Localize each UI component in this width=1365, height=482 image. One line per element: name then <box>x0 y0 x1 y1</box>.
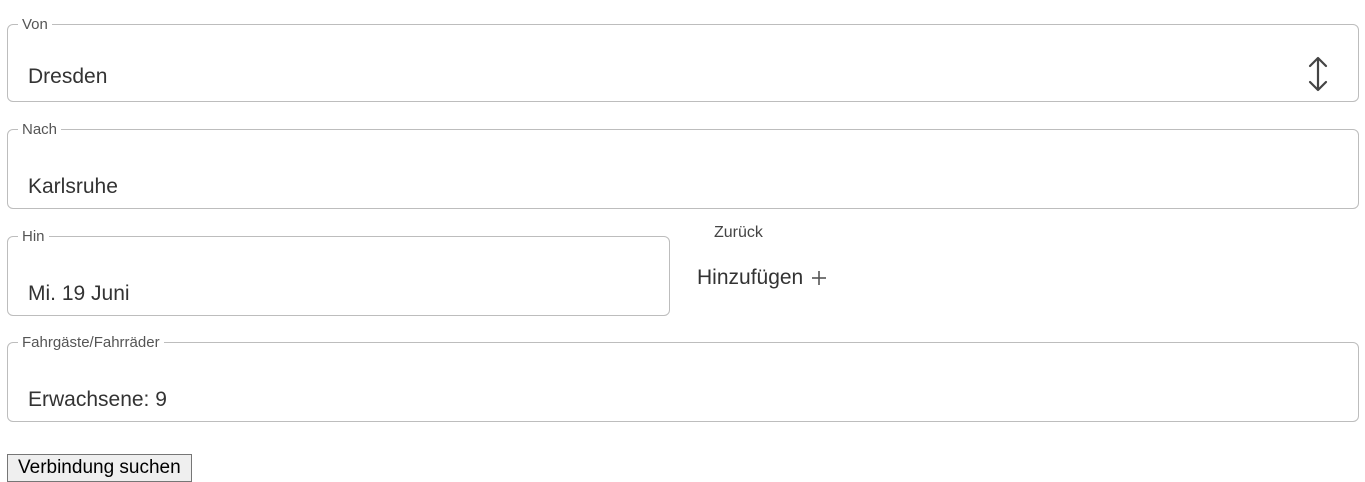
add-return-button[interactable]: Hinzufügen <box>697 266 827 290</box>
passengers-field[interactable]: Fahrgäste/Fahrräder Erwachsene: 9 <box>7 335 1359 422</box>
outbound-date-field[interactable]: Hin Mi. 19 Juni <box>7 229 670 316</box>
from-field[interactable]: Von Dresden <box>7 17 1359 102</box>
outbound-label: Hin <box>22 228 45 245</box>
to-label: Nach <box>22 121 58 138</box>
outbound-date-value[interactable]: Mi. 19 Juni <box>28 282 130 306</box>
passengers-label: Fahrgäste/Fahrräder <box>22 334 160 351</box>
search-connection-button[interactable]: Verbindung suchen <box>7 454 192 482</box>
from-value[interactable]: Dresden <box>28 65 107 89</box>
return-label: Zurück <box>714 224 763 241</box>
from-label: Von <box>22 16 48 33</box>
passengers-value[interactable]: Erwachsene: 9 <box>28 388 167 412</box>
swap-stations-button[interactable] <box>1304 54 1332 94</box>
connection-search-form: Von Dresden Nach Karlsruhe Hin Mi. 19 Ju… <box>0 0 1365 482</box>
plus-icon <box>812 271 827 285</box>
to-field[interactable]: Nach Karlsruhe <box>7 122 1359 209</box>
add-return-label: Hinzufügen <box>697 266 804 289</box>
swap-vertical-icon <box>1308 56 1328 92</box>
to-value[interactable]: Karlsruhe <box>28 175 118 199</box>
